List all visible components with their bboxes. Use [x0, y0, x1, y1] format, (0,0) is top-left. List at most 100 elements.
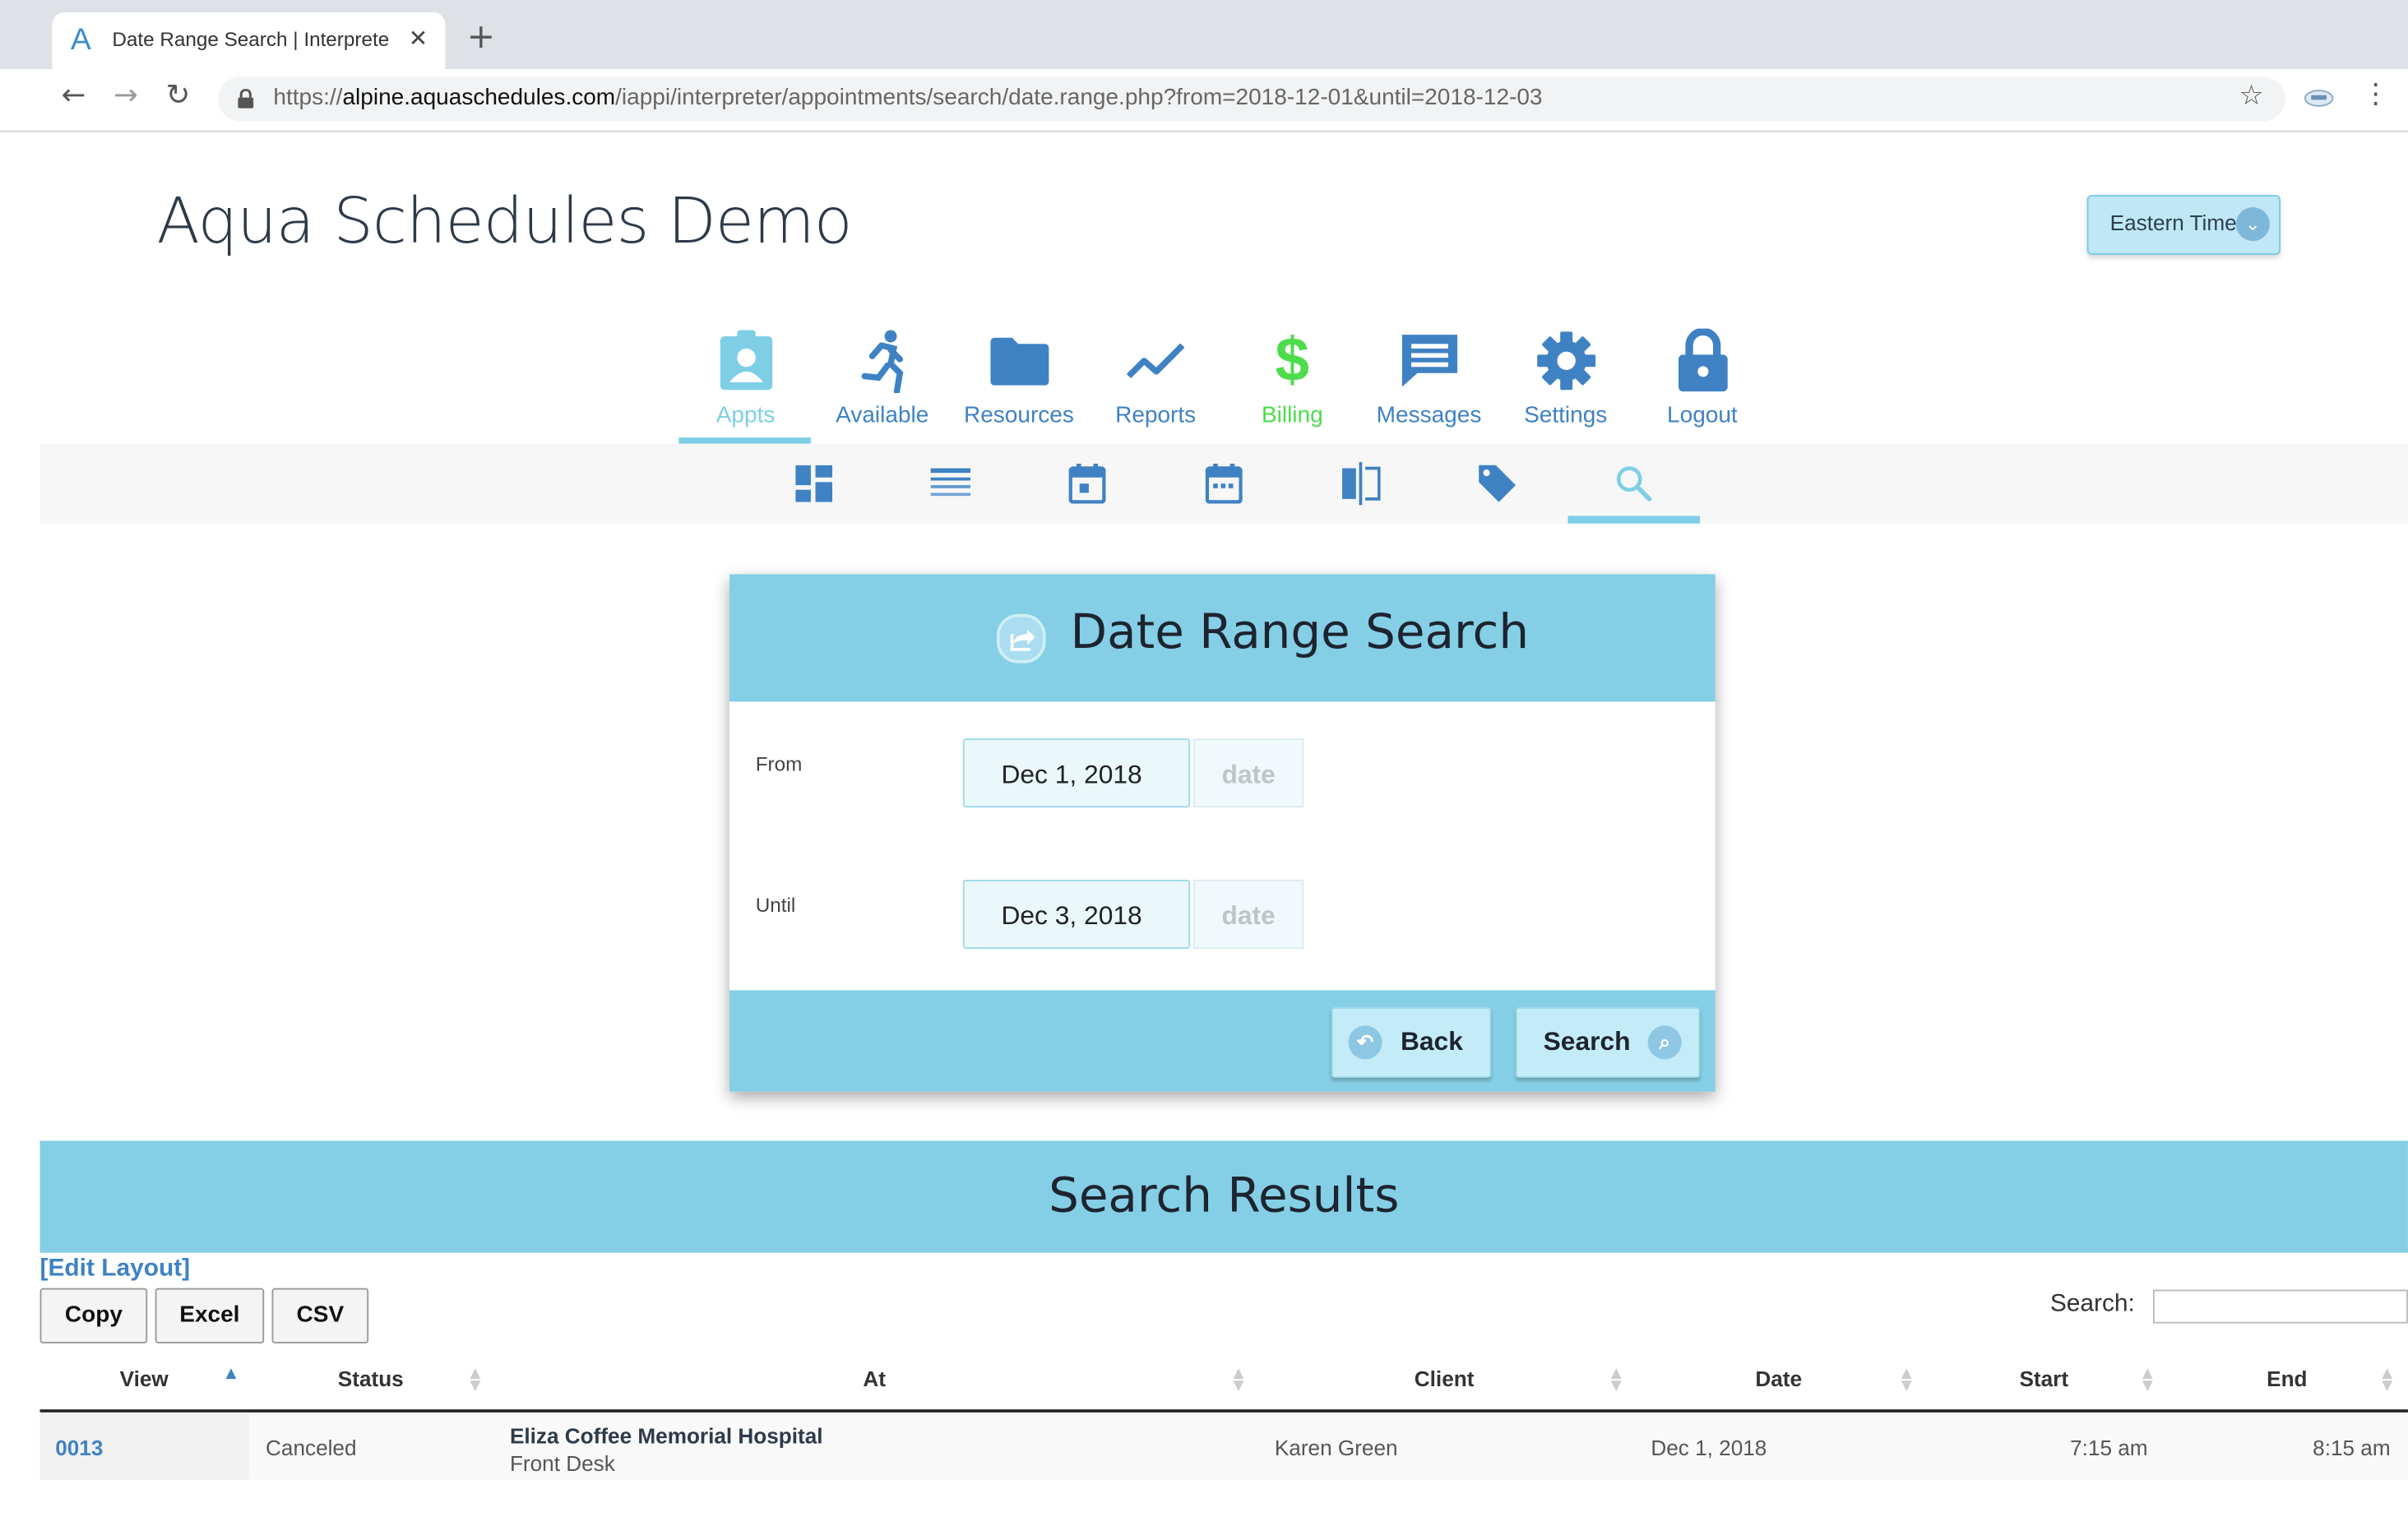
nav-active-indicator [678, 437, 811, 444]
url-text[interactable]: https://alpine.aquaschedules.com/iappi/i… [273, 85, 1542, 111]
timezone-label: Eastern Time [2109, 210, 2237, 235]
subnav-split-view[interactable] [1333, 456, 1388, 511]
lock-secure-icon [238, 89, 254, 109]
nav-appts[interactable]: Appts [677, 322, 813, 428]
excel-button[interactable]: Excel [155, 1288, 265, 1343]
nav-available[interactable]: Available [814, 322, 951, 428]
cell-end: 8:15 am [2313, 1435, 2391, 1460]
nav-resources[interactable]: Resources [951, 322, 1087, 428]
table-search-label: Search: [2049, 1291, 2135, 1318]
url-bar[interactable]: https://alpine.aquaschedules.com/iappi/i… [218, 76, 2285, 122]
from-label: From [755, 751, 803, 775]
menu-dots-icon[interactable]: ⋮ [2362, 78, 2390, 110]
bookmark-star-icon[interactable]: ☆ [2239, 80, 2264, 112]
search-button[interactable]: Search ⌕ [1516, 1006, 1701, 1078]
timezone-dropdown[interactable]: Eastern Time ⌄ [2086, 195, 2281, 255]
close-tab-icon[interactable]: ✕ [409, 25, 428, 53]
nav-billing[interactable]: $ Billing [1224, 322, 1360, 428]
sort-icon: ▲ ▼ [1610, 1366, 1622, 1394]
calendar-day-icon [1068, 463, 1106, 504]
appts-badge-icon [719, 330, 772, 391]
nav-reports-label: Reports [1115, 402, 1197, 428]
csv-button[interactable]: CSV [271, 1288, 369, 1343]
sort-icon: ▲ ▼ [1233, 1366, 1244, 1394]
panel-title: Date Range Search [1070, 604, 1530, 660]
table-search-input[interactable] [2152, 1289, 2408, 1324]
subnav-calendar-day[interactable] [1059, 456, 1114, 511]
app-title: Aqua Schedules Demo [156, 184, 852, 258]
appointment-view-link[interactable]: 0013 [55, 1436, 103, 1460]
dashboard-icon [795, 465, 833, 502]
chevron-down-icon: ⌄ [2235, 207, 2270, 242]
back-arrow-icon[interactable]: ← [62, 78, 86, 112]
magnifier-icon: ⌕ [1647, 1025, 1682, 1060]
col-date[interactable]: Date [1755, 1366, 1802, 1391]
col-view[interactable]: View [120, 1366, 169, 1391]
until-date-addon[interactable]: date [1192, 879, 1304, 949]
subnav-search[interactable] [1606, 456, 1661, 511]
gear-icon [1536, 331, 1595, 391]
until-date-input[interactable]: Dec 3, 2018 [962, 879, 1191, 949]
nav-messages-label: Messages [1376, 402, 1482, 428]
col-start[interactable]: Start [2019, 1366, 2068, 1391]
undo-icon: ↶ [1348, 1025, 1382, 1060]
dollar-icon: $ [1275, 326, 1310, 395]
col-status[interactable]: Status [338, 1366, 404, 1391]
col-client[interactable]: Client [1415, 1366, 1475, 1391]
sort-icon: ▲ ▼ [2142, 1366, 2153, 1394]
nav-settings[interactable]: Settings [1498, 322, 1634, 428]
from-date-input[interactable]: Dec 1, 2018 [962, 738, 1191, 808]
back-button[interactable]: ↶ Back [1331, 1006, 1492, 1078]
cell-at-name: Eliza Coffee Memorial Hospital [509, 1422, 823, 1448]
date-range-panel: Date Range Search From Dec 1, 2018 date … [729, 574, 1716, 1092]
nav-appts-label: Appts [715, 402, 776, 428]
forward-arrow-icon[interactable]: → [113, 78, 138, 112]
cell-status: Canceled [266, 1435, 357, 1460]
subnav-tags[interactable] [1470, 456, 1525, 511]
folder-icon [989, 337, 1049, 386]
reload-icon[interactable]: ↻ [166, 78, 191, 112]
back-button-label: Back [1400, 1027, 1463, 1057]
nav-logout-label: Logout [1667, 402, 1738, 428]
panel-footer: ↶ Back Search ⌕ [729, 990, 1716, 1092]
nav-available-label: Available [836, 402, 929, 428]
col-end[interactable]: End [2267, 1366, 2307, 1391]
table-row [39, 1412, 2408, 1481]
sort-icon: ▲ ▼ [1901, 1366, 1912, 1394]
until-label: Until [755, 893, 796, 917]
browser-tab-bar: A Date Range Search | Interprete ✕ + [0, 0, 2408, 70]
cell-client: Karen Green [1274, 1435, 1398, 1460]
browser-tab[interactable]: A Date Range Search | Interprete ✕ [52, 12, 446, 70]
cell-at-sub: Front Desk [509, 1450, 615, 1476]
search-icon [1616, 466, 1652, 502]
share-icon [996, 613, 1046, 664]
nav-reports[interactable]: Reports [1087, 322, 1224, 428]
nav-messages[interactable]: Messages [1360, 322, 1497, 428]
edit-layout-link[interactable]: [Edit Layout] [40, 1255, 191, 1283]
sort-icon: ▲ ▼ [470, 1366, 481, 1394]
subnav-active-indicator [1568, 516, 1701, 524]
split-view-icon [1342, 462, 1381, 506]
message-icon [1401, 335, 1457, 387]
running-person-icon [860, 330, 903, 394]
subnav-dashboard[interactable] [786, 456, 841, 511]
address-bar-row: ← → ↻ https://alpine.aquaschedules.com/i… [0, 69, 2408, 132]
list-table-icon [930, 468, 971, 497]
copy-button[interactable]: Copy [39, 1288, 148, 1343]
col-at[interactable]: At [863, 1366, 886, 1391]
subnav-calendar-week[interactable] [1197, 456, 1252, 511]
extension-icon[interactable] [2304, 87, 2334, 109]
nav-logout[interactable]: Logout [1634, 322, 1771, 428]
sort-icon: ▲ ▼ [2382, 1366, 2393, 1394]
app-logo-icon: A [70, 23, 91, 58]
line-chart-icon [1125, 343, 1184, 379]
from-date-addon[interactable]: date [1192, 738, 1304, 808]
tab-title: Date Range Search | Interprete [112, 27, 390, 51]
results-title: Search Results [1049, 1168, 1400, 1224]
subnav-list[interactable] [923, 456, 978, 511]
results-header: Search Results [39, 1140, 2408, 1253]
search-button-label: Search [1543, 1027, 1631, 1057]
calendar-week-icon [1205, 463, 1243, 504]
cell-date: Dec 1, 2018 [1651, 1435, 1767, 1460]
new-tab-icon[interactable]: + [467, 18, 495, 57]
